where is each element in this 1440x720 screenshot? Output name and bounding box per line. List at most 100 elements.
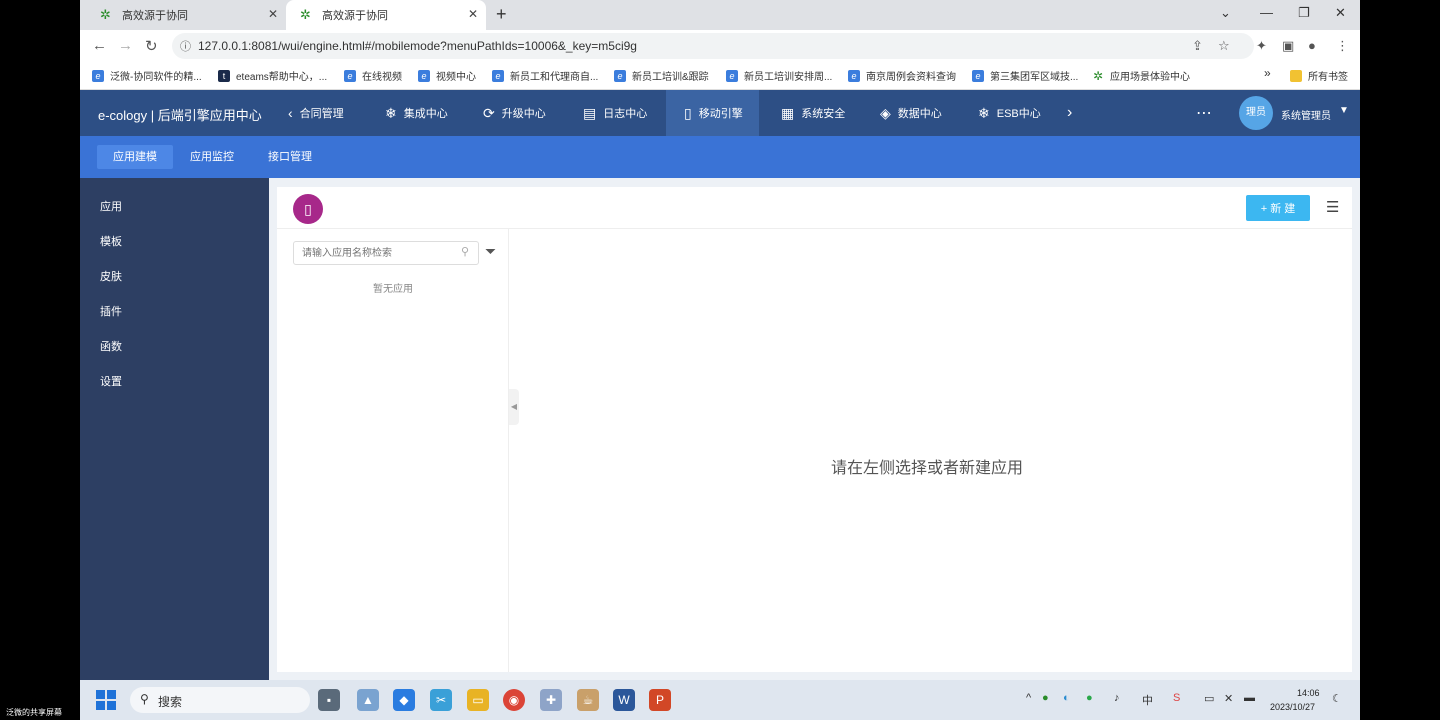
bookmark-item[interactable]: e 泛微-协同软件的精... <box>92 68 202 83</box>
close-icon[interactable]: ✕ <box>268 7 278 21</box>
windows-start-icon[interactable] <box>96 690 116 710</box>
clock-time: 14:06 <box>1297 688 1320 698</box>
folder-icon[interactable]: ▭ <box>467 689 489 711</box>
battery-icon[interactable]: ▬ <box>1244 692 1255 704</box>
tray-app-icon[interactable]: S <box>1173 692 1180 704</box>
mobile-icon: ▯ <box>684 104 692 121</box>
reload-icon[interactable]: ↻ <box>145 37 158 55</box>
network-icon[interactable]: ▭ <box>1204 692 1214 705</box>
mobile-icon: ▯ <box>293 194 323 224</box>
tray-app-icon[interactable]: ● <box>1042 692 1049 704</box>
nav-esb[interactable]: ❄ ESB中心 <box>978 90 1041 136</box>
tab-app-modeling[interactable]: 应用建模 <box>97 145 173 169</box>
nav-integration[interactable]: ❄ 集成中心 <box>385 90 448 136</box>
back-icon[interactable]: ← <box>92 37 107 54</box>
sidebar-item-plugins[interactable]: 插件 <box>100 303 122 319</box>
browser-tab[interactable]: ✲ 高效源于协同 ✕ <box>86 0 286 30</box>
java-icon[interactable]: ☕ <box>577 689 599 711</box>
tab-app-monitor[interactable]: 应用监控 <box>174 145 250 169</box>
photos-icon[interactable]: ▲ <box>357 689 379 711</box>
sidebar-item-skins[interactable]: 皮肤 <box>100 268 122 284</box>
profile-icon[interactable]: ● <box>1308 38 1316 53</box>
volume-muted-icon[interactable]: ✕ <box>1224 692 1233 705</box>
bookmarks-bar: e 泛微-协同软件的精... t eteams帮助中心，... e 在线视频 e 视频中… <box>80 62 1360 90</box>
tool-icon[interactable]: ✚ <box>540 689 562 711</box>
bookmark-item[interactable]: e 新员工和代理商自... <box>492 68 598 83</box>
app-icon[interactable]: ◆ <box>393 689 415 711</box>
app-list-pane: ⚲ ⏷ 暂无应用 <box>277 229 509 672</box>
layers-icon: ◈ <box>880 104 891 121</box>
sidepanel-icon[interactable]: ▣ <box>1282 38 1294 54</box>
sub-header: 应用建模 应用监控 接口管理 <box>80 136 1360 178</box>
close-window-icon[interactable]: ✕ <box>1335 5 1346 21</box>
browser-tab-active[interactable]: ✲ 高效源于协同 ✕ <box>286 0 486 30</box>
nav-log[interactable]: ▤ 日志中心 <box>583 90 647 136</box>
weaver-logo-icon: ✲ <box>300 7 311 22</box>
bookmark-item[interactable]: e 在线视频 <box>344 68 402 83</box>
word-icon[interactable]: W <box>613 689 635 711</box>
nav-contract[interactable]: ‹ 合同管理 <box>288 90 344 136</box>
url-text: 127.0.0.1:8081/wui/engine.html#/mobilemo… <box>198 39 637 53</box>
bookmark-item[interactable]: e 新员工培训安排周... <box>726 68 832 83</box>
info-icon[interactable]: ⓘ <box>180 38 191 54</box>
sidebar-item-apps[interactable]: 应用 <box>100 198 122 214</box>
search-icon[interactable]: ⚲ <box>461 245 469 258</box>
bookmarks-more-icon[interactable]: » <box>1264 66 1271 80</box>
sidebar-item-settings[interactable]: 设置 <box>100 373 122 389</box>
tab-api-management[interactable]: 接口管理 <box>252 145 328 169</box>
new-button[interactable]: + 新 建 <box>1246 195 1310 221</box>
user-name[interactable]: 系统管理员 <box>1281 107 1331 122</box>
chevron-up-icon[interactable]: ^ <box>1026 692 1031 704</box>
url-field[interactable]: ⓘ 127.0.0.1:8081/wui/engine.html#/mobile… <box>172 33 1254 59</box>
star-icon[interactable]: ☆ <box>1218 38 1230 54</box>
restore-icon[interactable]: ❐ <box>1298 5 1310 21</box>
microphone-icon[interactable]: ♪ <box>1114 692 1120 704</box>
search-icon: ⚲ <box>140 692 149 706</box>
tray-app-icon[interactable]: ◐ <box>1063 692 1070 704</box>
bookmark-item[interactable]: e 南京周例会资料查询 <box>848 68 956 83</box>
sidebar-item-functions[interactable]: 函数 <box>100 338 122 354</box>
taskbar-search[interactable]: ⚲ 搜索 <box>130 687 310 713</box>
input-method-icon[interactable]: 中 <box>1142 692 1153 708</box>
collapse-handle[interactable]: ◀ <box>509 389 519 425</box>
bookmark-item[interactable]: t eteams帮助中心，... <box>218 68 327 83</box>
powerpoint-icon[interactable]: P <box>649 689 671 711</box>
extensions-icon[interactable]: ✦ <box>1256 38 1267 54</box>
more-icon[interactable]: ⋯ <box>1196 90 1212 136</box>
sidebar-item-templates[interactable]: 模板 <box>100 233 122 249</box>
tray-app-icon[interactable]: ● <box>1086 692 1093 704</box>
chevron-left-icon[interactable]: ‹ <box>288 105 293 121</box>
menu-icon[interactable]: ⋮ <box>1336 38 1349 54</box>
snipping-icon[interactable]: ✂ <box>430 689 452 711</box>
close-icon[interactable]: ✕ <box>468 7 478 21</box>
new-tab-icon[interactable]: + <box>496 4 507 25</box>
nav-data-center[interactable]: ◈ 数据中心 <box>880 90 942 136</box>
taskview-icon[interactable]: ▪ <box>318 689 340 711</box>
avatar[interactable]: 理员 <box>1239 96 1273 130</box>
nav-mobile-engine[interactable]: ▯ 移动引擎 <box>666 90 759 136</box>
sync-icon: ⟳ <box>483 104 495 121</box>
content-panel: ▯ + 新 建 ☰ ⚲ ⏷ 暂无应用 ◀ 请在左侧选择或者新建应用 <box>277 187 1352 672</box>
all-bookmarks[interactable]: 所有书签 <box>1290 68 1348 83</box>
tab-title: 高效源于协同 <box>322 10 388 22</box>
notification-icon[interactable]: ☾ <box>1332 692 1342 705</box>
filter-icon[interactable]: ⏷ <box>485 243 496 260</box>
chevron-down-icon[interactable]: ▼ <box>1339 105 1349 116</box>
minimize-icon[interactable]: — <box>1260 5 1273 20</box>
list-icon[interactable]: ☰ <box>1326 198 1339 216</box>
bookmark-item[interactable]: e 视频中心 <box>418 68 476 83</box>
tab-title: 高效源于协同 <box>122 10 188 22</box>
bookmark-item[interactable]: ✲ 应用场景体验中心 <box>1092 68 1190 84</box>
nav-security[interactable]: ▦ 系统安全 <box>781 90 845 136</box>
chevron-down-icon[interactable]: ⌄ <box>1220 5 1231 21</box>
search-input[interactable] <box>293 241 479 265</box>
chevron-right-icon[interactable]: › <box>1067 90 1072 136</box>
bookmark-item[interactable]: e 新员工培训&跟踪 <box>614 68 709 83</box>
forward-icon[interactable]: → <box>118 37 133 54</box>
chrome-icon[interactable]: ◉ <box>503 689 525 711</box>
share-icon[interactable]: ⇪ <box>1192 38 1203 54</box>
eteams-icon: t <box>218 69 230 82</box>
nav-upgrade[interactable]: ⟳ 升级中心 <box>483 90 546 136</box>
bookmark-item[interactable]: e 第三集团军区域技... <box>972 68 1078 83</box>
ie-icon: e <box>848 69 860 82</box>
